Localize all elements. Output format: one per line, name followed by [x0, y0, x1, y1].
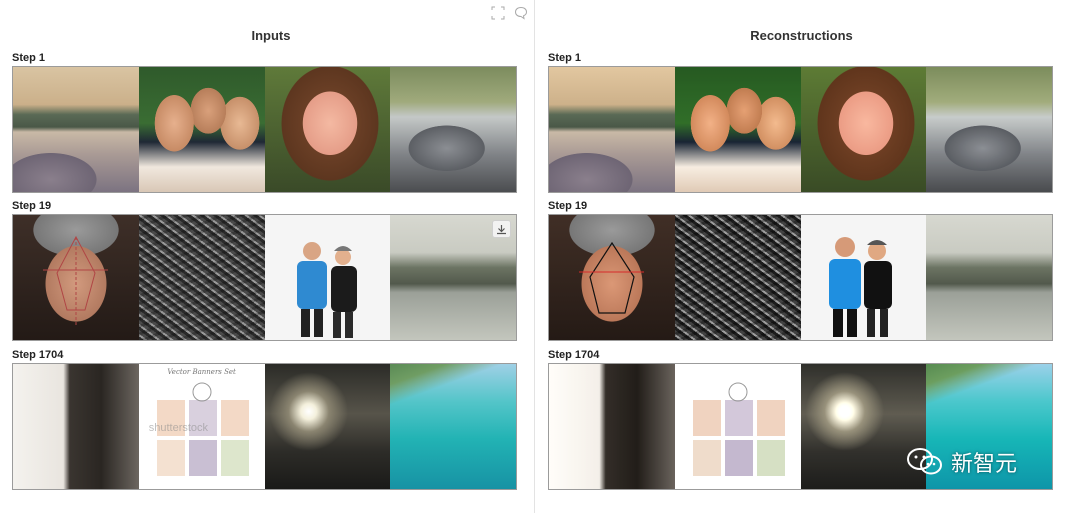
image-strip-step-1[interactable]	[548, 66, 1053, 193]
image-tile[interactable]	[674, 215, 801, 340]
image-tile[interactable]	[926, 215, 1052, 340]
image-tile[interactable]	[800, 215, 927, 340]
face-landmark-overlay	[579, 241, 644, 314]
wechat-icon	[907, 448, 942, 475]
panel-title: Inputs	[251, 28, 291, 43]
comment-icon[interactable]	[514, 6, 528, 20]
image-tile[interactable]: Vector Banners Set shutterstock	[138, 364, 265, 489]
image-tile[interactable]	[549, 67, 675, 192]
step-label: Step 1704	[548, 349, 600, 361]
watermark-text: 新智元	[951, 452, 1018, 477]
image-tile[interactable]	[390, 364, 516, 489]
expand-icon[interactable]	[491, 6, 505, 20]
image-tile[interactable]	[13, 364, 139, 489]
people-figure	[296, 242, 357, 338]
image-strip-step-1704[interactable]: Vector Banners Set shutterstock	[12, 363, 517, 490]
image-tile[interactable]	[549, 215, 675, 340]
step-label: Step 1	[548, 52, 582, 64]
image-tile[interactable]	[800, 67, 927, 192]
image-strip-step-1[interactable]	[12, 66, 517, 193]
source-watermark: 新智元	[905, 442, 1045, 482]
stock-watermark: shutterstock	[148, 422, 209, 434]
image-tile[interactable]	[138, 67, 265, 192]
face-landmark-overlay	[43, 235, 108, 325]
step-label: Step 1	[12, 52, 46, 64]
download-icon	[497, 224, 506, 234]
step-label: Step 19	[12, 200, 52, 212]
download-button[interactable]	[492, 220, 511, 238]
image-tile[interactable]	[264, 364, 391, 489]
inputs-panel: Inputs Step 1 Step 19 Step 1704 Vector B…	[0, 0, 534, 513]
image-tile[interactable]	[13, 67, 139, 192]
image-tile[interactable]	[674, 364, 801, 489]
image-tile[interactable]	[926, 67, 1052, 192]
step-label: Step 19	[548, 200, 588, 212]
image-tile[interactable]	[549, 364, 675, 489]
panel-title: Reconstructions	[750, 28, 853, 43]
people-figure	[828, 237, 892, 337]
image-tile[interactable]	[674, 67, 801, 192]
image-tile[interactable]	[264, 67, 391, 192]
image-tile[interactable]	[13, 215, 139, 340]
image-tile[interactable]	[138, 215, 265, 340]
image-tile[interactable]	[264, 215, 391, 340]
image-strip-step-19[interactable]	[12, 214, 517, 341]
image-tile[interactable]	[390, 215, 516, 340]
image-strip-step-19[interactable]	[548, 214, 1053, 341]
banner-drawings	[692, 382, 785, 476]
reconstructions-panel: Reconstructions Step 1 Step 19 Step 1704	[536, 0, 1067, 513]
panel-divider	[534, 0, 535, 513]
image-tile[interactable]	[390, 67, 516, 192]
step-label: Step 1704	[12, 349, 64, 361]
